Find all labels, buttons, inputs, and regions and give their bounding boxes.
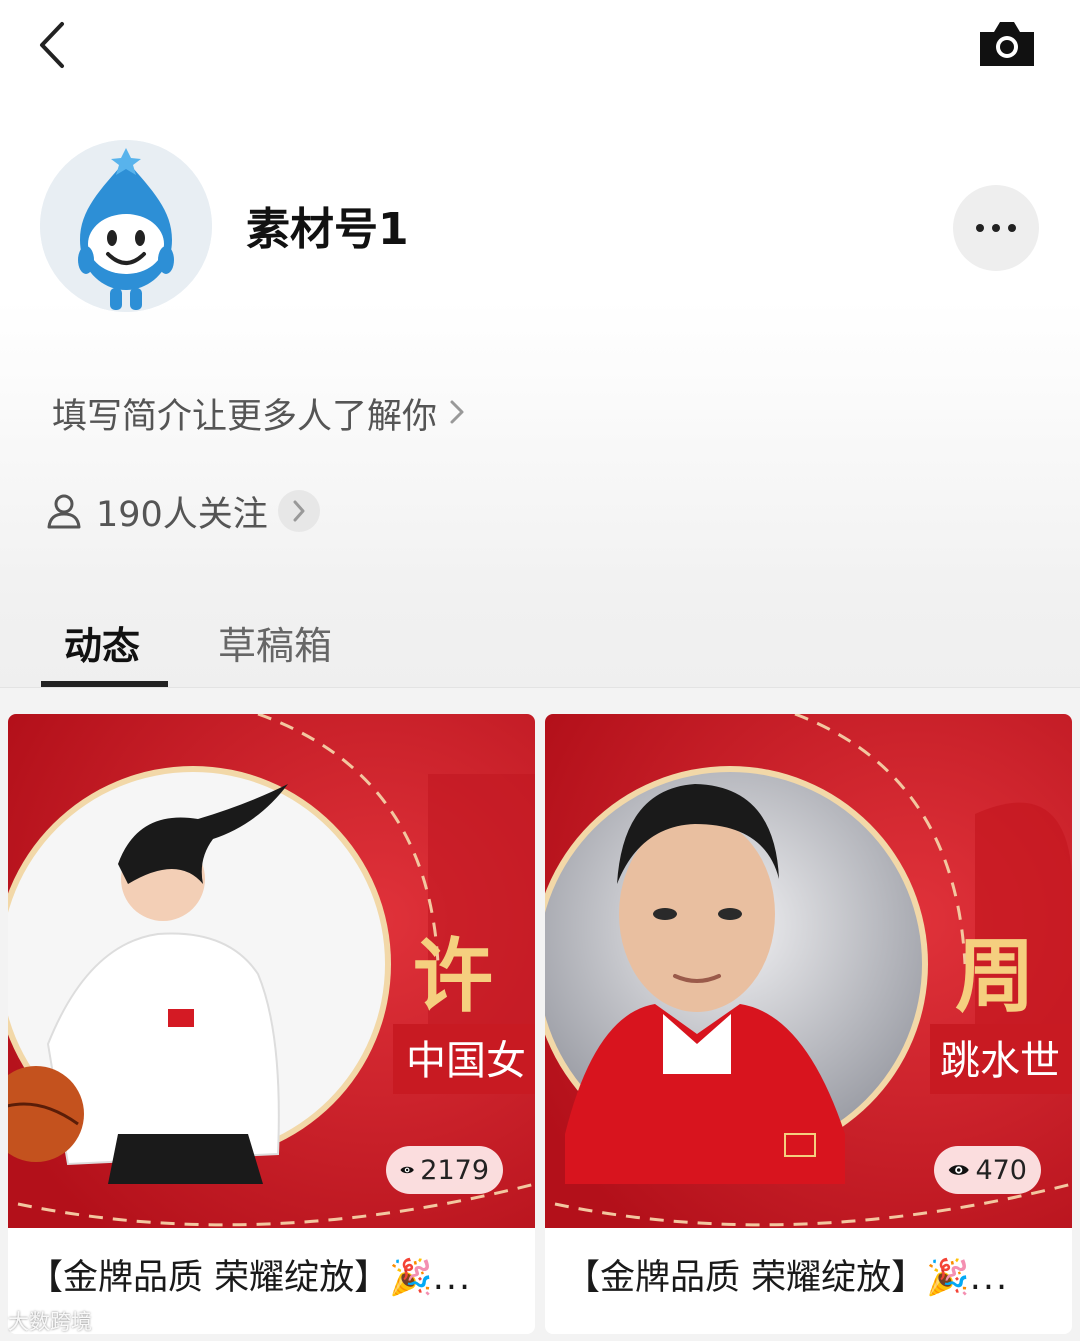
profile-tabs: 动态 草稿箱: [0, 600, 1080, 688]
party-popper-icon: 🎉: [389, 1258, 433, 1298]
eye-icon: [948, 1165, 969, 1175]
tab-posts[interactable]: 动态: [64, 618, 140, 674]
post-card[interactable]: 周 跳水世 470 【金牌品质 荣耀绽放】🎉...: [545, 714, 1072, 1334]
back-chevron-icon: [40, 22, 64, 68]
party-popper-icon: 🎉: [926, 1258, 970, 1298]
overlay-subtitle: 中国女: [406, 1038, 526, 1084]
tab-drafts[interactable]: 草稿箱: [218, 618, 332, 674]
view-count: 470: [975, 1154, 1027, 1186]
camera-icon: [980, 22, 1034, 66]
camera-button[interactable]: [976, 18, 1038, 70]
view-count: 2179: [420, 1154, 489, 1186]
overlay-subtitle: 跳水世: [940, 1038, 1060, 1084]
mascot-avatar-image: [40, 140, 212, 312]
view-count-badge: 470: [934, 1146, 1041, 1194]
username: 素材号1: [246, 204, 409, 255]
post-caption-text: 【金牌品质 荣耀绽放】: [28, 1258, 390, 1298]
post-caption: 【金牌品质 荣耀绽放】🎉...: [565, 1258, 1010, 1298]
watermark: 大数跨境: [8, 1310, 92, 1334]
overlay-name-char: 周: [955, 929, 1035, 1023]
back-button[interactable]: [28, 18, 78, 72]
profile-header: [0, 0, 1080, 688]
post-caption-text: 【金牌品质 荣耀绽放】: [565, 1258, 927, 1298]
followers-link[interactable]: 190人关注: [44, 486, 320, 536]
avatar[interactable]: [40, 140, 212, 312]
view-count-badge: 2179: [386, 1146, 503, 1194]
post-card[interactable]: 许 中国女 2179 【金牌品质 荣耀绽放】🎉...: [8, 714, 535, 1334]
followers-count: 190人关注: [96, 494, 268, 535]
overlay-name-char: 许: [413, 929, 493, 1023]
more-options-button[interactable]: [953, 185, 1039, 271]
bio-prompt-link[interactable]: 填写简介让更多人了解你: [52, 392, 465, 442]
eye-icon: [400, 1166, 414, 1174]
chevron-right-icon: [277, 490, 320, 532]
more-dots-icon: [972, 224, 1020, 232]
user-icon: [47, 494, 81, 529]
chevron-right-icon: [449, 392, 465, 442]
bio-prompt-text: 填写简介让更多人了解你: [52, 397, 438, 437]
